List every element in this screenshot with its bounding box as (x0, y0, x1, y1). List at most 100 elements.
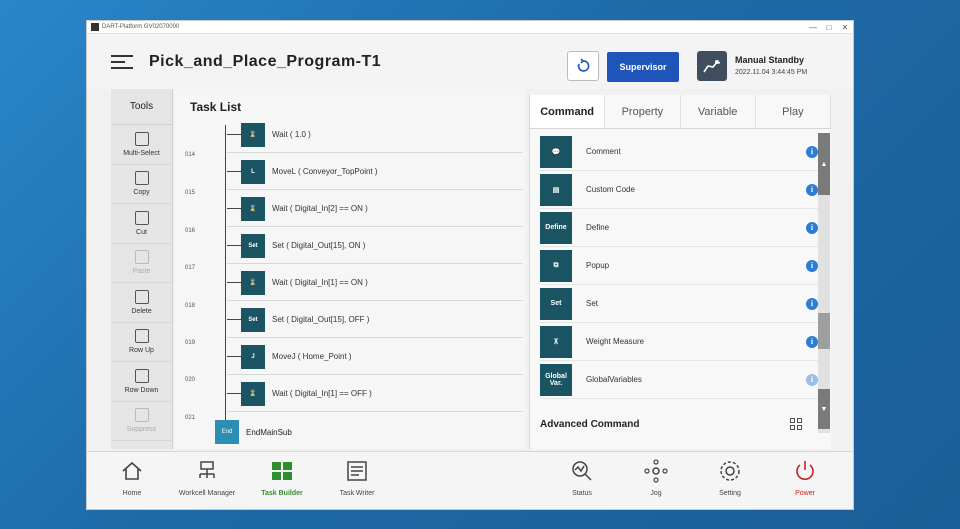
status-mode: Manual Standby (735, 55, 805, 65)
nav-power[interactable]: Power (770, 458, 840, 497)
line-number: 015 (185, 190, 196, 196)
workcell-icon (194, 458, 220, 484)
cut-icon (134, 210, 149, 225)
status-icon (569, 458, 595, 484)
task-row[interactable]: ⌛ Wait ( Digital_In[1] == ON ) (227, 265, 523, 301)
suppress-icon (134, 408, 149, 423)
minimize-button[interactable]: — (805, 23, 821, 32)
paste-icon (134, 250, 149, 265)
command-item-popup[interactable]: ⧉ Popup i (540, 247, 818, 285)
app-header: Pick_and_Place_Program-T1 Supervisor Man… (87, 34, 853, 89)
command-item-weight-measure[interactable]: ⊼ Weight Measure i (540, 323, 818, 361)
info-icon[interactable]: i (806, 297, 818, 310)
menu-icon[interactable] (111, 51, 133, 73)
popup-icon: ⧉ (540, 249, 572, 282)
task-row[interactable]: Set Set ( Digital_Out[15], OFF ) (227, 302, 523, 338)
command-item-define[interactable]: Define Define i (540, 209, 818, 247)
scroll-thumb[interactable] (818, 313, 830, 349)
copy-button[interactable]: Copy (111, 165, 172, 204)
tab-play[interactable]: Play (756, 95, 831, 128)
task-row[interactable]: J MoveJ ( Home_Point ) (227, 339, 523, 375)
task-list-panel: Task List 014 015 016 017 018 019 020 02… (175, 89, 611, 449)
jog-icon (643, 458, 669, 484)
movel-icon: L (241, 159, 265, 184)
task-writer-icon (344, 458, 370, 484)
trash-icon (134, 289, 149, 304)
multi-select-icon (134, 131, 149, 146)
nav-status[interactable]: Status (547, 458, 617, 497)
task-row[interactable]: Set Set ( Digital_Out[15], ON ) (227, 228, 523, 264)
line-number: 014 (185, 152, 196, 158)
supervisor-button[interactable]: Supervisor (607, 52, 679, 82)
nav-setting[interactable]: Setting (695, 458, 765, 497)
info-icon[interactable]: i (806, 373, 818, 386)
line-number: 017 (185, 265, 196, 271)
command-scrollbar[interactable]: ▲ ▼ (818, 133, 830, 433)
scroll-up-icon[interactable]: ▲ (818, 133, 830, 195)
command-item-custom-code[interactable]: ▤ Custom Code i (540, 171, 818, 209)
tree-connector (225, 125, 226, 425)
close-button[interactable]: ✕ (837, 23, 853, 32)
line-number: 020 (185, 377, 196, 383)
delete-button[interactable]: Delete (111, 283, 172, 323)
command-item-global-variables[interactable]: Global Var. GlobalVariables i (540, 361, 818, 399)
custom-code-icon: ▤ (540, 173, 572, 206)
command-panel: Command Property Variable Play 💬 Comment i… (529, 95, 831, 449)
refresh-icon (577, 58, 590, 72)
tab-variable[interactable]: Variable (681, 95, 756, 128)
program-title: Pick_and_Place_Program-T1 (149, 52, 382, 70)
line-number: 016 (185, 228, 196, 234)
home-icon (119, 458, 145, 484)
row-up-button[interactable]: Row Up (111, 323, 172, 362)
set-icon: Set (241, 307, 265, 332)
end-main-sub-row[interactable]: End EndMainSub (215, 419, 292, 445)
scroll-down-icon[interactable]: ▼ (818, 389, 830, 429)
end-icon: End (215, 420, 239, 444)
bottom-navigation: Home Workcell Manager Task Builder Task … (87, 451, 853, 509)
info-icon[interactable]: i (806, 145, 818, 158)
task-builder-icon (269, 458, 295, 484)
task-row[interactable]: L MoveL ( Conveyor_TopPoint ) (227, 154, 523, 190)
nav-workcell-manager[interactable]: Workcell Manager (172, 458, 242, 497)
nav-task-writer[interactable]: Task Writer (322, 458, 392, 497)
gear-icon (717, 458, 743, 484)
command-item-comment[interactable]: 💬 Comment i (540, 133, 818, 171)
robot-status-icon[interactable] (697, 51, 727, 81)
wait-icon: ⌛ (241, 270, 265, 295)
nav-task-builder[interactable]: Task Builder (247, 458, 317, 497)
tab-command[interactable]: Command (530, 95, 606, 128)
line-number: 019 (185, 340, 196, 346)
wait-icon: ⌛ (241, 381, 265, 406)
multi-select-button[interactable]: Multi-Select (111, 125, 172, 165)
maximize-button[interactable]: □ (821, 23, 837, 32)
set-icon: Set (540, 287, 572, 320)
tools-header: Tools (111, 89, 172, 125)
info-icon[interactable]: i (806, 221, 818, 234)
task-row[interactable]: ⌛ Wait ( Digital_In[2] == ON ) (227, 191, 523, 227)
info-icon[interactable]: i (806, 335, 818, 348)
window-title: DART-Platform GV02070000 (102, 24, 180, 30)
nav-home[interactable]: Home (97, 458, 167, 497)
app-logo (91, 23, 99, 31)
info-icon[interactable]: i (806, 259, 818, 272)
refresh-button[interactable] (567, 51, 599, 81)
suppress-button[interactable]: Suppress (111, 402, 172, 441)
movej-icon: J (241, 344, 265, 369)
advanced-command-header[interactable]: Advanced Command (540, 413, 802, 435)
row-down-button[interactable]: Row Down (111, 362, 172, 402)
grid-view-icon[interactable] (790, 418, 802, 430)
comment-icon: 💬 (540, 135, 572, 168)
task-row[interactable]: ⌛ Wait ( 1.0 ) (227, 117, 523, 153)
command-item-set[interactable]: Set Set i (540, 285, 818, 323)
power-icon (792, 458, 818, 484)
nav-jog[interactable]: Jog (621, 458, 691, 497)
tools-panel: Tools Multi-Select Copy Cut Paste Delete… (111, 89, 173, 449)
line-number: 018 (185, 303, 196, 309)
cut-button[interactable]: Cut (111, 204, 172, 244)
wait-icon: ⌛ (241, 122, 265, 147)
paste-button[interactable]: Paste (111, 244, 172, 283)
task-row[interactable]: ⌛ Wait ( Digital_In[1] == OFF ) (227, 376, 523, 412)
tab-property[interactable]: Property (605, 95, 681, 128)
info-icon[interactable]: i (806, 183, 818, 196)
row-down-icon (134, 368, 149, 383)
